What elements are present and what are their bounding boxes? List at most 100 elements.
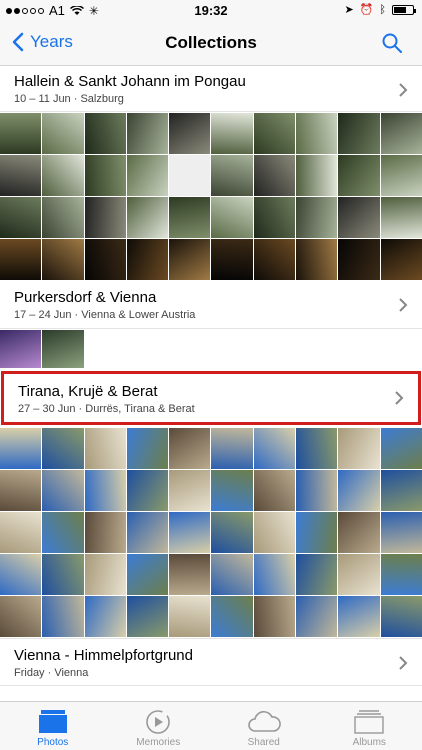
photo-thumbnail[interactable] bbox=[296, 113, 338, 154]
photo-thumbnail[interactable] bbox=[126, 197, 169, 238]
photo-thumbnail[interactable] bbox=[42, 428, 84, 469]
photo-thumbnail[interactable] bbox=[380, 596, 422, 637]
photo-thumbnail[interactable] bbox=[42, 554, 84, 595]
photo-thumbnail[interactable] bbox=[253, 554, 296, 595]
photo-thumbnail[interactable] bbox=[42, 512, 84, 553]
photo-thumbnail[interactable] bbox=[169, 197, 211, 238]
photo-thumbnail[interactable] bbox=[211, 155, 253, 196]
photo-thumbnail[interactable] bbox=[169, 113, 211, 154]
photo-thumbnail[interactable] bbox=[84, 239, 126, 280]
photo-thumbnail[interactable] bbox=[84, 512, 126, 553]
photo-thumbnail[interactable] bbox=[84, 197, 126, 238]
photo-thumbnail[interactable] bbox=[0, 239, 42, 280]
photo-thumbnail[interactable] bbox=[84, 554, 126, 595]
photo-thumbnail[interactable] bbox=[253, 239, 296, 280]
photo-thumbnail[interactable] bbox=[211, 596, 253, 637]
photo-thumbnail[interactable] bbox=[84, 470, 126, 511]
photo-thumbnail[interactable] bbox=[380, 239, 422, 280]
photo-thumbnail[interactable] bbox=[126, 512, 169, 553]
photo-thumbnail[interactable] bbox=[42, 239, 84, 280]
photo-thumbnail[interactable] bbox=[211, 428, 253, 469]
photo-thumbnail[interactable] bbox=[380, 470, 422, 511]
photo-thumbnail[interactable] bbox=[126, 239, 169, 280]
photo-thumbnail[interactable] bbox=[338, 596, 380, 637]
photo-thumbnail[interactable] bbox=[169, 554, 211, 595]
collection-header[interactable]: Vienna - Himmelpfortgrund Friday · Vienn… bbox=[0, 638, 422, 686]
photo-thumbnail[interactable] bbox=[126, 554, 169, 595]
photo-thumbnail[interactable] bbox=[338, 512, 380, 553]
photo-thumbnail[interactable] bbox=[338, 428, 380, 469]
photo-thumbnail[interactable] bbox=[253, 470, 296, 511]
photo-thumbnail[interactable] bbox=[296, 239, 338, 280]
photo-thumbnail[interactable] bbox=[296, 428, 338, 469]
photo-thumbnail[interactable] bbox=[253, 197, 296, 238]
tab-albums[interactable]: Albums bbox=[317, 702, 422, 750]
tab-shared[interactable]: Shared bbox=[211, 702, 317, 750]
photo-thumbnail[interactable] bbox=[253, 428, 296, 469]
collection-header[interactable]: Hallein & Sankt Johann im Pongau 10 – 11… bbox=[0, 66, 422, 112]
photo-thumbnail[interactable] bbox=[380, 197, 422, 238]
photo-thumbnail[interactable] bbox=[0, 330, 42, 368]
collection-header[interactable]: Purkersdorf & Vienna 17 – 24 Jun · Vienn… bbox=[0, 281, 422, 329]
photo-thumbnail[interactable] bbox=[211, 512, 253, 553]
photo-thumbnail[interactable] bbox=[380, 428, 422, 469]
photo-thumbnail[interactable] bbox=[0, 428, 42, 469]
photo-thumbnail[interactable] bbox=[0, 554, 42, 595]
photo-thumbnail[interactable] bbox=[338, 113, 380, 154]
photo-thumbnail[interactable] bbox=[338, 197, 380, 238]
photo-thumbnail[interactable] bbox=[42, 470, 84, 511]
photo-thumbnail[interactable] bbox=[84, 155, 126, 196]
photo-thumbnail[interactable] bbox=[296, 470, 338, 511]
photo-thumbnail[interactable] bbox=[0, 113, 42, 154]
photo-thumbnail[interactable] bbox=[380, 512, 422, 553]
photo-thumbnail[interactable] bbox=[0, 596, 42, 637]
photo-thumbnail[interactable] bbox=[169, 512, 211, 553]
photo-thumbnail[interactable] bbox=[380, 155, 422, 196]
photo-thumbnail[interactable] bbox=[42, 197, 84, 238]
photo-thumbnail[interactable] bbox=[126, 155, 169, 196]
photo-thumbnail[interactable] bbox=[42, 113, 84, 154]
photo-thumbnail[interactable] bbox=[253, 155, 296, 196]
photo-thumbnail[interactable] bbox=[169, 239, 211, 280]
photo-thumbnail[interactable] bbox=[211, 197, 253, 238]
photo-thumbnail[interactable] bbox=[42, 596, 84, 637]
photo-thumbnail[interactable] bbox=[84, 428, 126, 469]
photo-thumbnail[interactable] bbox=[169, 470, 211, 511]
photo-thumbnail[interactable] bbox=[296, 155, 338, 196]
photo-thumbnail[interactable] bbox=[338, 155, 380, 196]
photo-thumbnail[interactable] bbox=[169, 428, 211, 469]
photo-thumbnail[interactable] bbox=[126, 428, 169, 469]
photo-thumbnail[interactable] bbox=[380, 113, 422, 154]
photo-thumbnail[interactable] bbox=[169, 155, 211, 196]
photo-thumbnail[interactable] bbox=[338, 470, 380, 511]
photo-thumbnail[interactable] bbox=[0, 512, 42, 553]
photo-thumbnail[interactable] bbox=[296, 197, 338, 238]
photo-thumbnail[interactable] bbox=[338, 239, 380, 280]
photo-thumbnail[interactable] bbox=[211, 554, 253, 595]
tab-memories[interactable]: Memories bbox=[106, 702, 212, 750]
photo-thumbnail[interactable] bbox=[126, 470, 169, 511]
photo-thumbnail[interactable] bbox=[253, 596, 296, 637]
collection-header-selected[interactable]: Tirana, Krujë & Berat 27 – 30 Jun · Durr… bbox=[1, 371, 421, 425]
photo-thumbnail[interactable] bbox=[296, 596, 338, 637]
tab-photos[interactable]: Photos bbox=[0, 702, 106, 750]
photo-thumbnail[interactable] bbox=[84, 113, 126, 154]
photo-thumbnail[interactable] bbox=[42, 155, 84, 196]
photo-thumbnail[interactable] bbox=[338, 554, 380, 595]
photo-thumbnail[interactable] bbox=[84, 596, 126, 637]
photo-thumbnail[interactable] bbox=[0, 470, 42, 511]
photo-thumbnail[interactable] bbox=[42, 330, 84, 368]
photo-thumbnail[interactable] bbox=[169, 596, 211, 637]
photo-thumbnail[interactable] bbox=[380, 554, 422, 595]
photo-thumbnail[interactable] bbox=[211, 239, 253, 280]
photo-thumbnail[interactable] bbox=[253, 113, 296, 154]
search-button[interactable] bbox=[382, 33, 402, 58]
photo-thumbnail[interactable] bbox=[0, 155, 42, 196]
photo-thumbnail[interactable] bbox=[296, 554, 338, 595]
photo-thumbnail[interactable] bbox=[126, 113, 169, 154]
photo-thumbnail[interactable] bbox=[211, 113, 253, 154]
photo-thumbnail[interactable] bbox=[0, 197, 42, 238]
photo-thumbnail[interactable] bbox=[253, 512, 296, 553]
photo-thumbnail[interactable] bbox=[126, 596, 169, 637]
photo-thumbnail[interactable] bbox=[211, 470, 253, 511]
